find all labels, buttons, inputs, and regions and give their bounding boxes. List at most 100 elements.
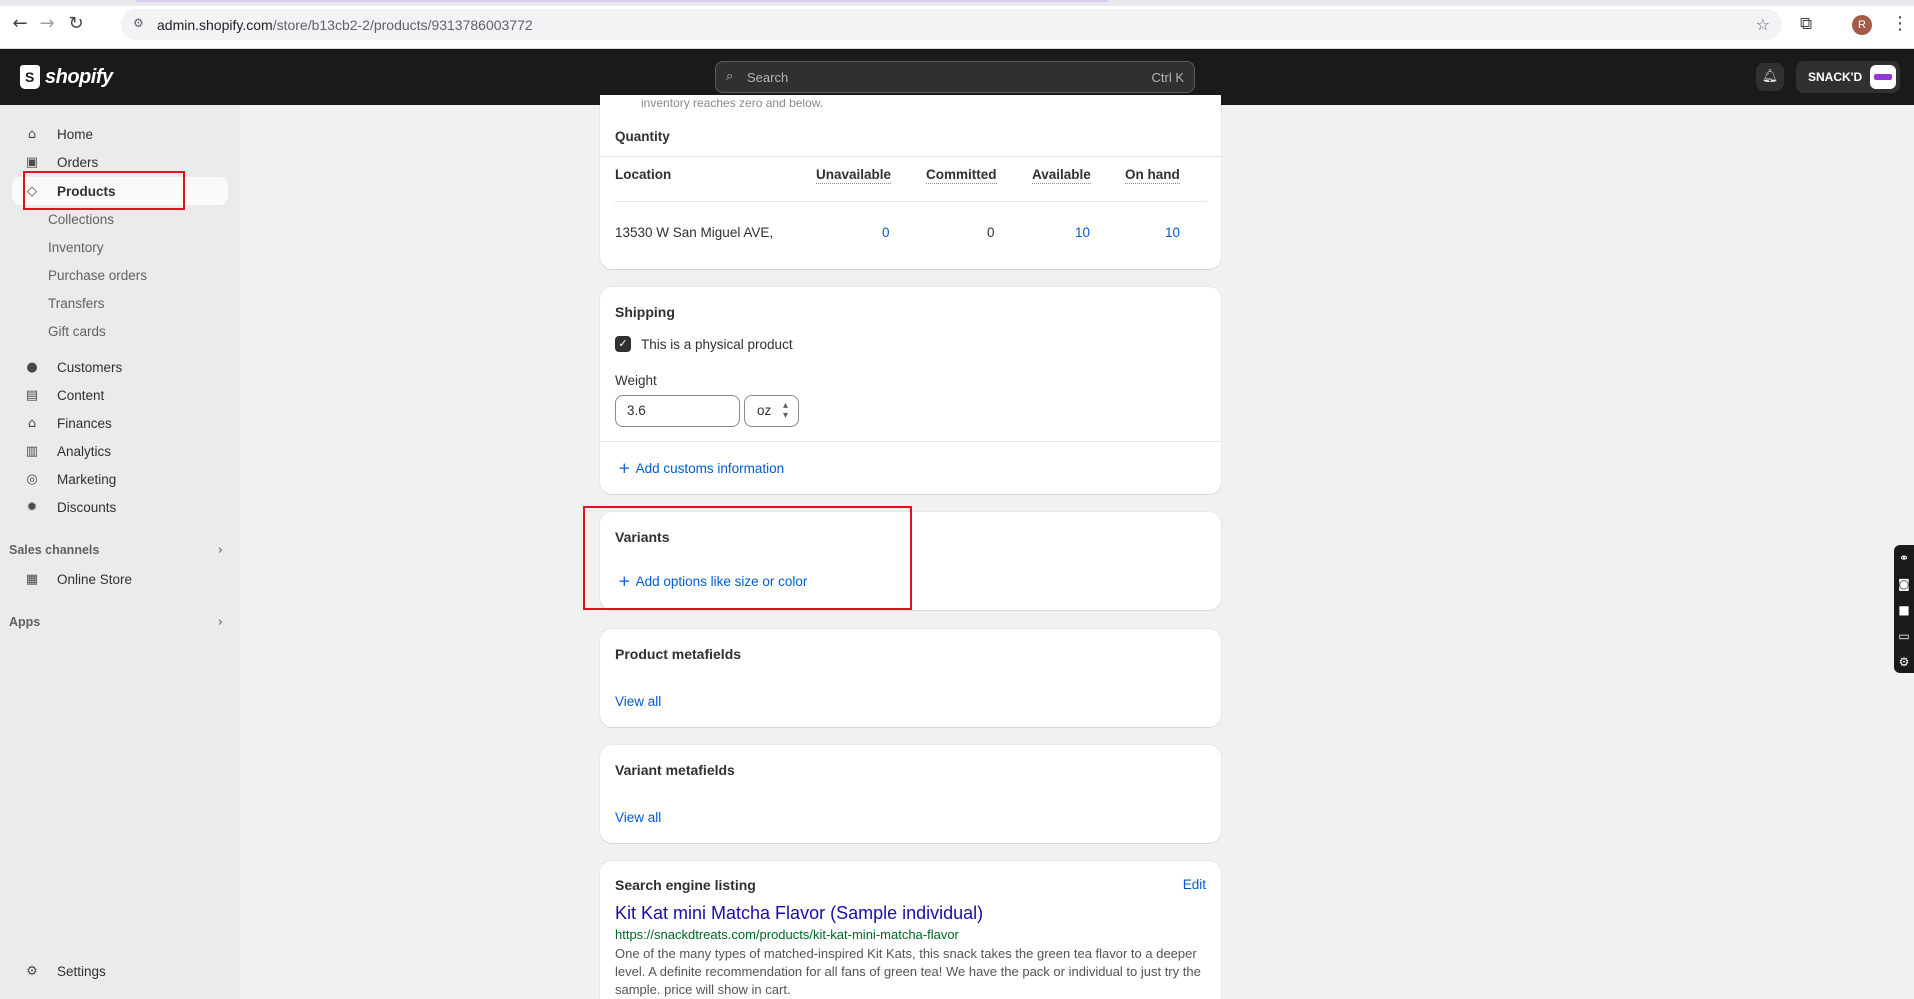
plus-icon: +	[618, 459, 631, 477]
shopify-bag-icon	[20, 65, 40, 89]
sidebar-subitem-purchase-orders[interactable]: Purchase orders	[48, 268, 147, 283]
chevron-right-icon: ›	[217, 615, 223, 630]
product-metafields-view-all-link[interactable]: View all	[615, 694, 661, 709]
weight-unit-select[interactable]: oz ▴ ▾	[744, 395, 799, 427]
store-logo-avatar	[1870, 65, 1896, 89]
forward-icon[interactable]: →	[37, 14, 57, 34]
inventory-card: inventory reaches zero and below. Quanti…	[600, 95, 1221, 269]
sidebar-item-label: Discounts	[57, 499, 117, 515]
shipping-title: Shipping	[615, 304, 675, 320]
sidebar-item-label: Orders	[57, 154, 99, 170]
select-chevron-icon: ▴ ▾	[782, 400, 788, 421]
sidebar-subitem-collections[interactable]: Collections	[48, 212, 114, 227]
sidebar-item-label: Finances	[57, 415, 112, 431]
sidebar-item-settings[interactable]: ⚙ Settings	[12, 957, 228, 985]
on-hand-column-header: On hand	[1125, 167, 1180, 184]
address-bar[interactable]: ⚙ admin.shopify.com/store/b13cb2-2/produ…	[121, 9, 1782, 40]
unavailable-column-header: Unavailable	[816, 167, 892, 184]
on-hand-header-label: On hand	[1125, 167, 1180, 184]
available-column-header: Available	[1032, 167, 1091, 184]
committed-header-label: Committed	[926, 167, 997, 184]
section-title: Sales channels	[9, 543, 100, 557]
seo-url: https://snackdtreats.com/products/kit-ka…	[615, 927, 959, 942]
video-icon[interactable]: ■	[1894, 597, 1914, 623]
sidebar-item-label: Analytics	[57, 443, 112, 459]
section-title: Apps	[9, 615, 41, 629]
sales-channels-header[interactable]: Sales channels ›	[9, 543, 223, 558]
product-metafields-card: Product metafields View all	[600, 629, 1221, 727]
on-hand-cell-link[interactable]: 10	[1165, 225, 1180, 240]
shopify-logo[interactable]: shopify	[20, 63, 113, 91]
screen-icon[interactable]: ▭	[1894, 623, 1914, 649]
add-customs-info-link[interactable]: + Add customs information	[618, 459, 784, 477]
search-icon: ⌕	[726, 69, 734, 84]
sidebar-subitem-gift-cards[interactable]: Gift cards	[48, 324, 106, 339]
add-customs-info-label: Add customs information	[635, 461, 785, 476]
notifications-bell-icon[interactable]: 🔔︎	[1756, 63, 1784, 91]
sidebar-item-finances[interactable]: ⌂ Finances	[12, 409, 228, 437]
sidebar-item-label: Content	[57, 387, 105, 403]
sidebar-item-content[interactable]: ▤ Content	[12, 381, 228, 409]
sidebar-item-label: Settings	[57, 963, 106, 979]
reload-icon[interactable]: ↻	[66, 14, 86, 34]
extensions-icon[interactable]: ⧉	[1800, 14, 1812, 34]
site-info-icon[interactable]: ⚙	[133, 16, 149, 32]
divider	[600, 156, 1221, 157]
products-highlight-box	[23, 171, 185, 210]
sidebar-item-home[interactable]: ⌂ Home	[12, 120, 228, 148]
active-tab-indicator	[136, 0, 1108, 2]
browser-profile-avatar[interactable]: R	[1852, 15, 1872, 35]
gear-icon: ⚙	[26, 963, 38, 979]
sidebar-subitem-inventory[interactable]: Inventory	[48, 240, 104, 255]
seo-page-title: Kit Kat mini Matcha Flavor (Sample indiv…	[615, 903, 984, 923]
bank-icon: ⌂	[27, 415, 37, 431]
floating-capture-toolbar: ⚭ ◙ ■ ▭ ⚙	[1894, 545, 1914, 673]
search-input[interactable]: ⌕ Search Ctrl K	[715, 61, 1195, 93]
variant-metafields-view-all-link[interactable]: View all	[615, 810, 661, 825]
seo-description: One of the many types of matched-inspire…	[615, 946, 1201, 997]
link-icon[interactable]: ⚭	[1894, 545, 1914, 571]
apps-header[interactable]: Apps ›	[9, 615, 223, 630]
person-icon: ●	[26, 359, 38, 375]
unavailable-cell-link[interactable]: 0	[882, 225, 890, 240]
sidebar-item-label: Marketing	[57, 471, 117, 487]
seo-edit-link[interactable]: Edit	[1183, 877, 1206, 892]
browser-menu-icon[interactable]: ⋮	[1891, 13, 1909, 34]
sidebar-item-label: Customers	[57, 359, 123, 375]
sidebar-item-label: Online Store	[57, 571, 133, 587]
bar-chart-icon: ▥	[25, 443, 39, 459]
store-menu-button[interactable]: SNACK'D	[1796, 61, 1900, 93]
sidebar-subitem-transfers[interactable]: Transfers	[48, 296, 105, 311]
divider	[615, 201, 1206, 202]
logo-text: shopify	[45, 65, 113, 88]
search-engine-listing-card: Search engine listing Edit Kit Kat mini …	[600, 861, 1221, 999]
discount-badge-icon: ✹	[26, 499, 38, 515]
orders-inbox-icon: ▣	[25, 154, 39, 170]
quantity-title: Quantity	[615, 129, 670, 144]
target-icon: ◎	[26, 471, 38, 487]
variant-metafields-title: Variant metafields	[615, 762, 735, 778]
location-column-header: Location	[615, 167, 672, 182]
gear-icon[interactable]: ⚙	[1894, 649, 1914, 675]
sidebar-item-online-store[interactable]: ▦ Online Store	[12, 565, 228, 593]
bookmark-star-icon[interactable]: ☆	[1756, 15, 1770, 34]
physical-product-label: This is a physical product	[641, 337, 793, 352]
sidebar-item-discounts[interactable]: ✹ Discounts	[12, 493, 228, 521]
sidebar-item-analytics[interactable]: ▥ Analytics	[12, 437, 228, 465]
sidebar-item-marketing[interactable]: ◎ Marketing	[12, 465, 228, 493]
store-name: SNACK'D	[1808, 70, 1863, 84]
back-icon[interactable]: ←	[10, 14, 30, 34]
browser-toolbar: ← → ↻ ⚙ admin.shopify.com/store/b13cb2-2…	[0, 0, 1914, 49]
physical-product-checkbox[interactable]: ✓	[615, 336, 631, 352]
committed-cell: 0	[987, 225, 995, 240]
available-cell-link[interactable]: 10	[1075, 225, 1090, 240]
shipping-card: Shipping ✓ This is a physical product We…	[600, 287, 1221, 494]
sidebar-item-customers[interactable]: ● Customers	[12, 353, 228, 381]
camera-icon[interactable]: ◙	[1894, 571, 1914, 597]
product-metafields-title: Product metafields	[615, 646, 742, 662]
committed-column-header: Committed	[926, 167, 997, 184]
address-url[interactable]: admin.shopify.com/store/b13cb2-2/product…	[157, 17, 533, 33]
weight-field[interactable]: 3.6	[615, 395, 740, 427]
content-icon: ▤	[25, 387, 39, 403]
variants-highlight-box	[583, 506, 912, 610]
